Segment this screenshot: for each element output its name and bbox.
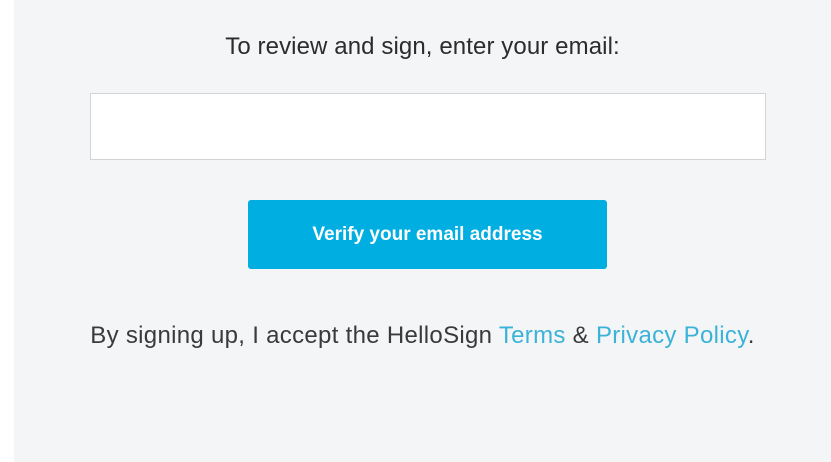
legal-suffix: . (747, 322, 755, 349)
email-input[interactable] (90, 93, 766, 160)
terms-link[interactable]: Terms (499, 322, 566, 349)
email-prompt: To review and sign, enter your email: (225, 33, 620, 60)
legal-notice: By signing up, I accept the HelloSign Te… (54, 314, 791, 357)
legal-ampersand: & (565, 322, 596, 349)
privacy-policy-link[interactable]: Privacy Policy (596, 322, 748, 349)
signup-panel: To review and sign, enter your email: Ve… (14, 0, 831, 462)
verify-email-button[interactable]: Verify your email address (248, 200, 607, 269)
legal-prefix: By signing up, I accept the HelloSign (90, 322, 499, 349)
